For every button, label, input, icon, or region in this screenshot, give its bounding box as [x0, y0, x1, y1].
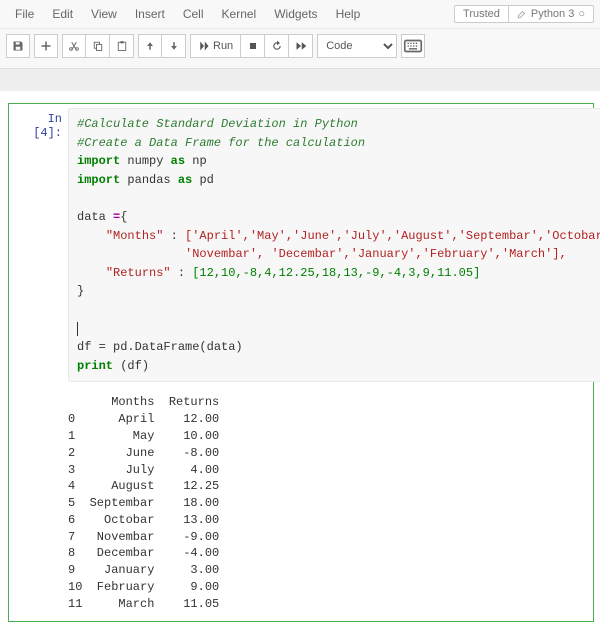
menu-view[interactable]: View — [82, 4, 126, 24]
output-row: 3 July 4.00 — [68, 463, 219, 477]
run-label: Run — [213, 40, 233, 52]
command-palette-button[interactable] — [401, 34, 425, 58]
toolbar: Run Code — [0, 29, 600, 69]
copy-button[interactable] — [86, 34, 110, 58]
cut-button[interactable] — [62, 34, 86, 58]
output-row: 8 Decembar -4.00 — [68, 546, 219, 560]
output-row: 1 May 10.00 — [68, 429, 219, 443]
paste-icon — [116, 40, 128, 52]
fast-forward-icon — [295, 40, 307, 52]
menu-widgets[interactable]: Widgets — [265, 4, 326, 24]
plus-icon — [40, 40, 52, 52]
keyboard-icon — [402, 35, 424, 57]
restart-button[interactable] — [265, 34, 289, 58]
paste-button[interactable] — [110, 34, 134, 58]
header-strip — [0, 69, 600, 91]
copy-icon — [92, 40, 104, 52]
menu-cell[interactable]: Cell — [174, 4, 213, 24]
stop-icon — [247, 40, 259, 52]
kernel-busy-icon: ○ — [578, 8, 585, 20]
notebook-area: In [4]: #Calculate Standard Deviation in… — [0, 91, 600, 640]
code-cell[interactable]: In [4]: #Calculate Standard Deviation in… — [8, 103, 594, 622]
menu-file[interactable]: File — [6, 4, 43, 24]
output-row: 6 Octobar 13.00 — [68, 513, 219, 527]
restart-run-button[interactable] — [289, 34, 313, 58]
kernel-indicator-box: Trusted Python 3 ○ — [454, 5, 594, 23]
trusted-label[interactable]: Trusted — [455, 6, 508, 22]
output-row: 7 Novembar -9.00 — [68, 530, 219, 544]
move-up-button[interactable] — [138, 34, 162, 58]
kernel-name-text: Python 3 — [531, 8, 574, 20]
save-button[interactable] — [6, 34, 30, 58]
cell-output: Months Returns 0 April 12.00 1 May 10.00… — [68, 392, 600, 616]
output-row: 2 June -8.00 — [68, 446, 219, 460]
arrow-up-icon — [144, 40, 156, 52]
menu-edit[interactable]: Edit — [43, 4, 82, 24]
move-down-button[interactable] — [162, 34, 186, 58]
output-row: 9 January 3.00 — [68, 563, 219, 577]
menu-kernel[interactable]: Kernel — [213, 4, 266, 24]
scissors-icon — [68, 40, 80, 52]
output-header: Months Returns — [68, 395, 219, 409]
menubar: File Edit View Insert Cell Kernel Widget… — [0, 0, 600, 29]
input-prompt: In [4]: — [13, 108, 68, 617]
run-icon — [198, 40, 210, 52]
run-button[interactable]: Run — [190, 34, 241, 58]
edit-icon — [517, 9, 527, 19]
arrow-down-icon — [168, 40, 180, 52]
interrupt-button[interactable] — [241, 34, 265, 58]
output-row: 10 February 9.00 — [68, 580, 219, 594]
kernel-name[interactable]: Python 3 ○ — [509, 6, 593, 22]
cell-type-select[interactable]: Code — [317, 34, 397, 58]
output-row: 11 March 11.05 — [68, 597, 219, 611]
output-row: 4 August 12.25 — [68, 479, 219, 493]
restart-icon — [271, 40, 283, 52]
insert-cell-button[interactable] — [34, 34, 58, 58]
output-row: 0 April 12.00 — [68, 412, 219, 426]
cell-body: #Calculate Standard Deviation in Python … — [68, 108, 600, 617]
text-cursor — [77, 322, 78, 336]
code-editor[interactable]: #Calculate Standard Deviation in Python … — [68, 108, 600, 382]
save-icon — [12, 40, 24, 52]
menu-insert[interactable]: Insert — [126, 4, 174, 24]
menu-help[interactable]: Help — [327, 4, 370, 24]
output-row: 5 Septembar 18.00 — [68, 496, 219, 510]
